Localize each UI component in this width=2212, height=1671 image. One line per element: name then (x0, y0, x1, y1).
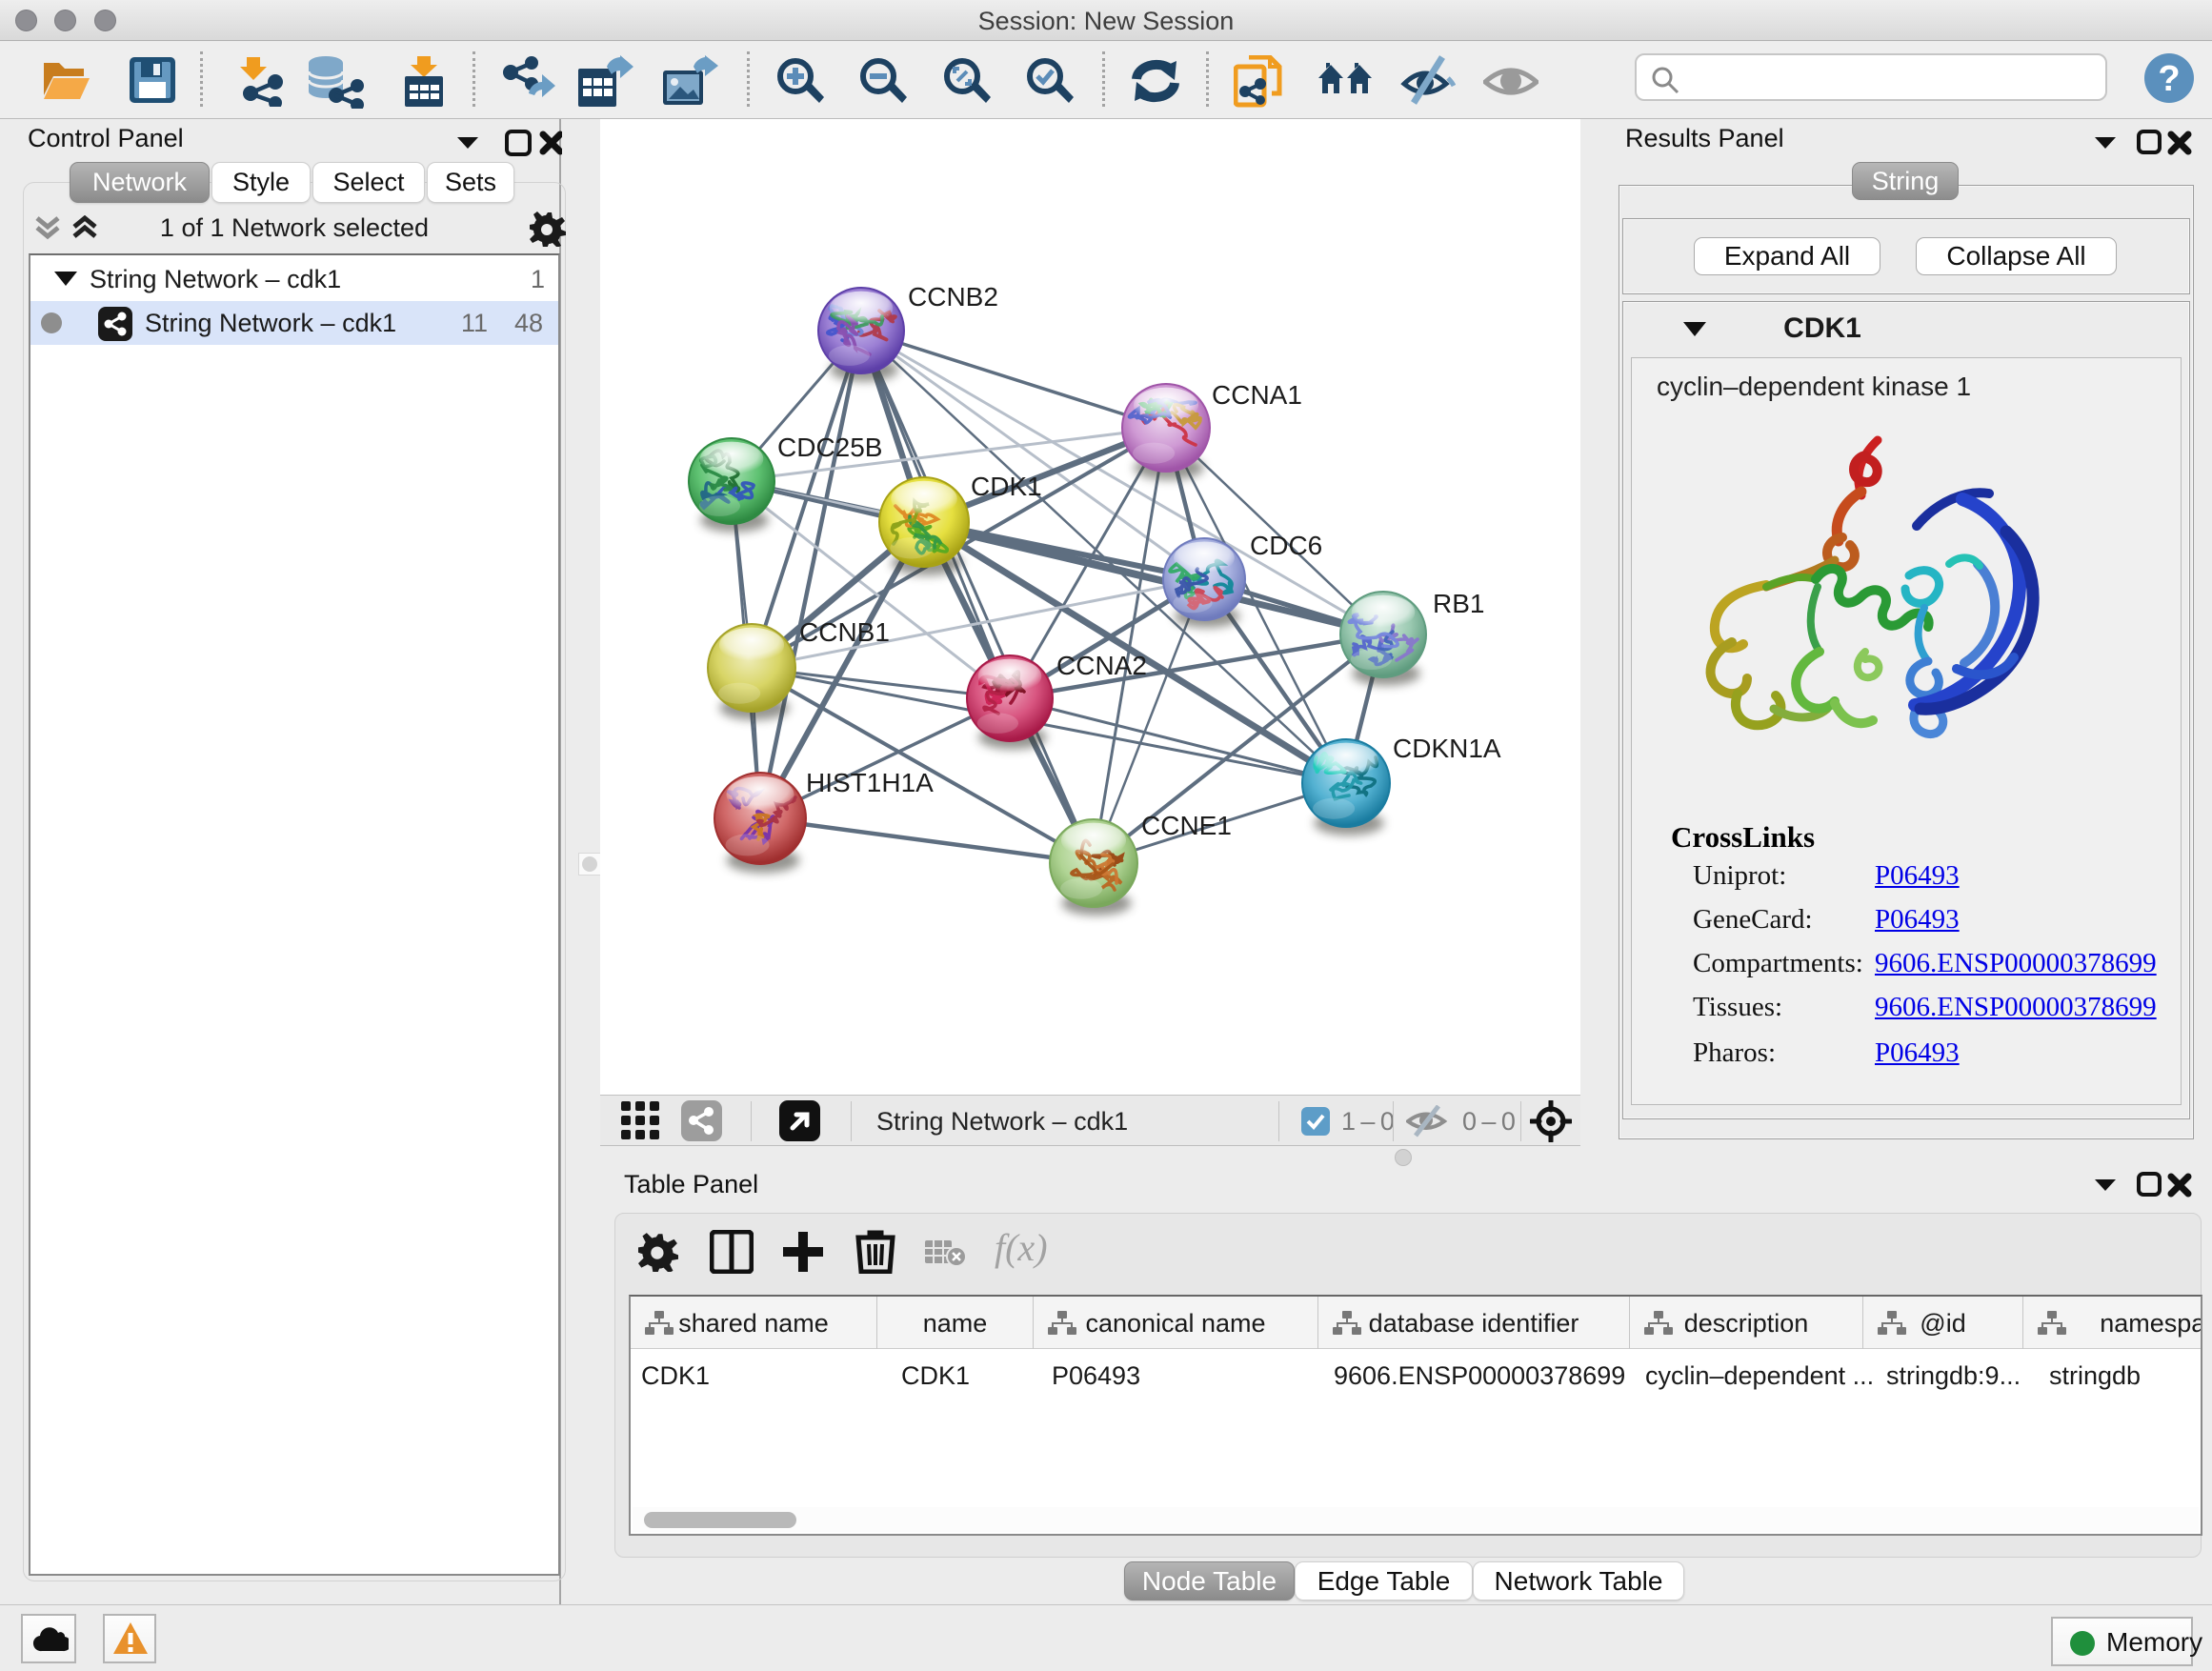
svg-text:?: ? (2158, 59, 2180, 99)
svg-text:CCNA2: CCNA2 (1056, 651, 1147, 680)
svg-text:CDC25B: CDC25B (777, 433, 882, 462)
svg-text:CCNA1: CCNA1 (1212, 380, 1302, 410)
svg-text:RB1: RB1 (1433, 589, 1484, 618)
svg-text:CDKN1A: CDKN1A (1393, 734, 1501, 763)
svg-text:CDC6: CDC6 (1250, 531, 1322, 560)
svg-text:CCNB1: CCNB1 (799, 617, 890, 647)
svg-text:CDK1: CDK1 (971, 472, 1042, 501)
svg-text:HIST1H1A: HIST1H1A (806, 768, 934, 797)
svg-text:CCNE1: CCNE1 (1141, 811, 1232, 840)
svg-text:CCNB2: CCNB2 (908, 282, 998, 312)
